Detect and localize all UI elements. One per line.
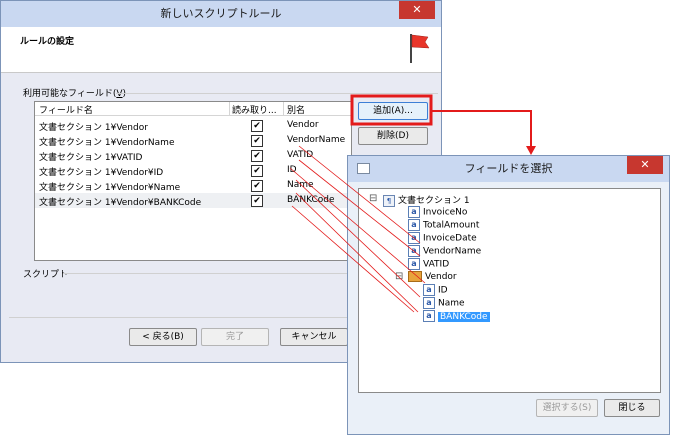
fields-label: 利用可能なフィールド(V) [23, 89, 127, 99]
field-name-cell: 文書セクション 1¥Vendor¥ID [39, 168, 164, 178]
arrowhead [526, 146, 536, 155]
alias-cell: VendorName [287, 135, 346, 145]
tree-item[interactable]: a TotalAmount [408, 219, 479, 231]
table-row[interactable]: 文書セクション 1¥Vendor ✔ Vendor [35, 118, 351, 133]
close-icon[interactable]: ✕ [627, 156, 663, 174]
back-button[interactable]: < 戻る(B) [129, 328, 197, 346]
tree-collapse-icon[interactable]: ⊟ [369, 193, 377, 204]
tree-item[interactable]: a InvoiceDate [408, 232, 477, 244]
text-field-icon: a [423, 297, 435, 309]
field-name-cell: 文書セクション 1¥Vendor [39, 123, 148, 133]
alias-cell: Vendor [287, 120, 319, 130]
app-icon [357, 163, 370, 174]
text-field-icon: a [423, 284, 435, 296]
connector-arrow [431, 110, 532, 148]
column-header-readonly[interactable]: 読み取り... [232, 103, 277, 116]
readonly-checkbox[interactable]: ✔ [251, 120, 263, 132]
table-row[interactable]: 文書セクション 1¥Vendor¥BANKCode ✔ BANKCode [35, 193, 351, 208]
field-tree[interactable]: ⊟ ¶ 文書セクション 1 a InvoiceNo a TotalAmount a In… [358, 188, 661, 393]
section-heading: ルールの設定 [20, 37, 75, 47]
add-button[interactable]: 追加(A)... [358, 102, 428, 120]
alias-cell: BANKCode [287, 195, 335, 205]
tree-collapse-icon[interactable]: ⊟ [395, 271, 403, 282]
table-row[interactable]: 文書セクション 1¥Vendor¥Name ✔ Name [35, 178, 351, 193]
section-icon: ¶ [383, 194, 395, 207]
alias-cell: VATID [287, 150, 314, 160]
tree-item[interactable]: a InvoiceNo [408, 206, 467, 218]
readonly-checkbox[interactable]: ✔ [251, 135, 263, 147]
text-field-icon: a [408, 258, 420, 270]
text-field-icon: a [408, 219, 420, 231]
close-button[interactable]: 閉じる [604, 399, 660, 417]
alias-cell: Name [287, 180, 314, 190]
delete-button[interactable]: 削除(D) [358, 127, 428, 145]
column-header-alias[interactable]: 別名 [287, 103, 305, 116]
select-dialog-title: フィールドを選択 [348, 156, 669, 182]
group-icon [408, 271, 422, 282]
table-row[interactable]: 文書セクション 1¥VendorName ✔ VendorName [35, 133, 351, 148]
tree-item[interactable]: a VATID [408, 258, 449, 270]
cancel-button[interactable]: キャンセル [280, 328, 348, 346]
dialog-title: 新しいスクリプトルール [1, 1, 441, 27]
readonly-checkbox[interactable]: ✔ [251, 195, 263, 207]
table-row[interactable]: 文書セクション 1¥VATID ✔ VATID [35, 148, 351, 163]
select-field-dialog: フィールドを選択 ✕ ⊟ ¶ 文書セクション 1 a InvoiceNo a Tota… [347, 155, 670, 435]
flag-icon [410, 34, 430, 63]
tree-item-selected[interactable]: a BANKCode [423, 310, 490, 322]
text-field-icon: a [408, 245, 420, 257]
readonly-checkbox[interactable]: ✔ [251, 180, 263, 192]
text-field-icon: a [408, 206, 420, 218]
field-name-cell: 文書セクション 1¥Vendor¥Name [39, 183, 181, 193]
tree-item[interactable]: a ID [423, 284, 448, 296]
table-row[interactable]: 文書セクション 1¥Vendor¥ID ✔ ID [35, 163, 351, 178]
field-name-cell: 文書セクション 1¥VendorName [39, 138, 175, 148]
field-name-cell: 文書セクション 1¥VATID [39, 153, 143, 163]
column-header-field[interactable]: フィールド名 [39, 103, 93, 116]
alias-cell: ID [287, 165, 297, 175]
readonly-checkbox[interactable]: ✔ [251, 150, 263, 162]
header-panel: ルールの設定 [1, 27, 441, 73]
tree-item[interactable]: a VendorName [408, 245, 481, 257]
close-icon[interactable]: ✕ [399, 1, 435, 19]
tree-group[interactable]: Vendor [408, 271, 457, 282]
finish-button[interactable]: 完了 [201, 328, 269, 346]
text-field-icon: a [408, 232, 420, 244]
readonly-checkbox[interactable]: ✔ [251, 165, 263, 177]
field-name-cell: 文書セクション 1¥Vendor¥BANKCode [39, 198, 202, 208]
script-label: スクリプト [23, 270, 69, 280]
fields-table[interactable]: フィールド名 読み取り... 別名 文書セクション 1¥Vendor ✔ Ven… [34, 101, 352, 261]
fields-group-line [116, 93, 438, 94]
tree-item[interactable]: a Name [423, 297, 465, 309]
select-button[interactable]: 選択する(S) [536, 399, 598, 417]
text-field-icon: a [423, 310, 435, 322]
tree-root[interactable]: ¶ 文書セクション 1 [383, 193, 470, 207]
table-header: フィールド名 読み取り... 別名 [35, 102, 351, 116]
